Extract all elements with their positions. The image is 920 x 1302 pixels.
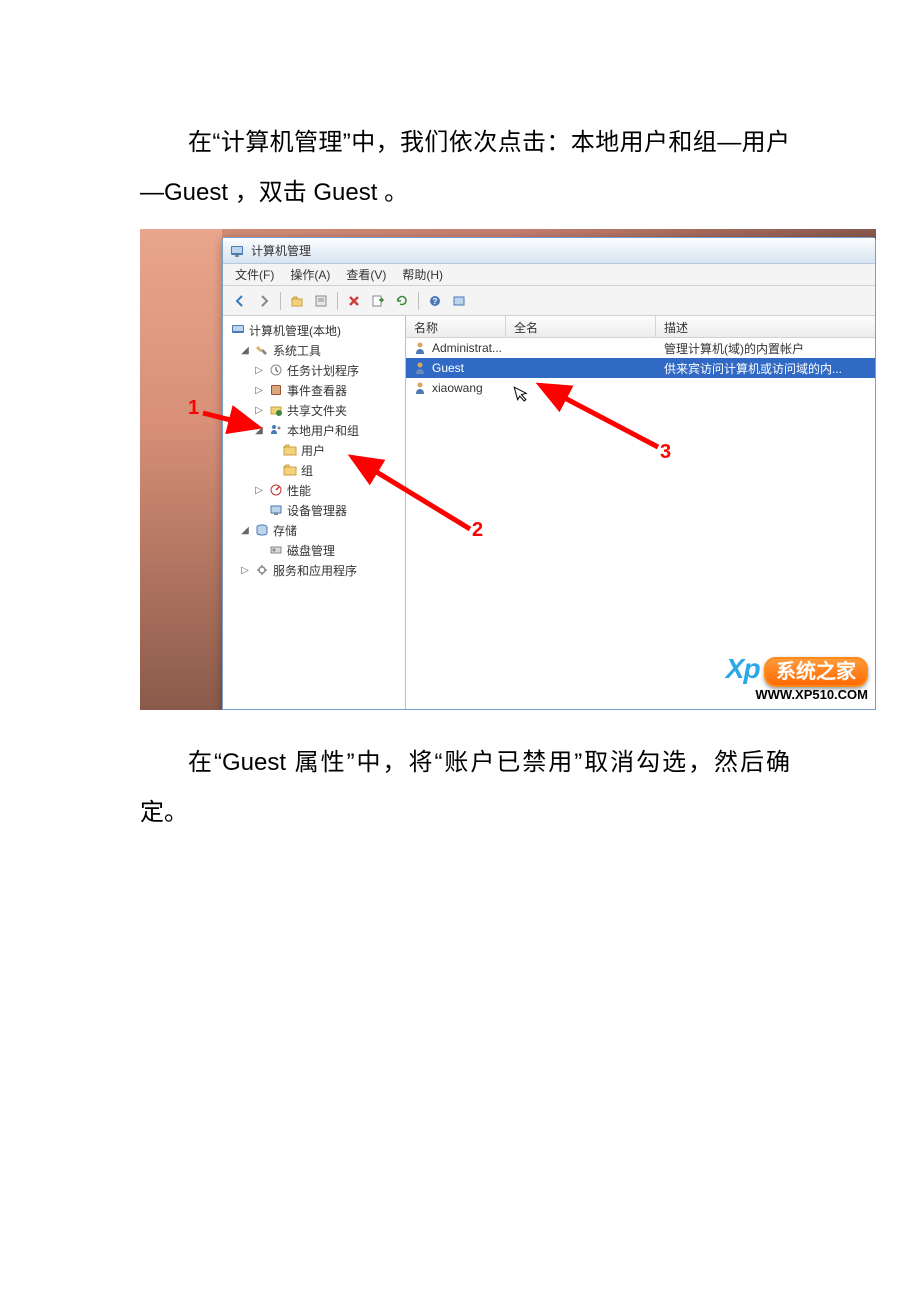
menu-action[interactable]: 操作(A) <box>282 264 338 285</box>
help-button[interactable]: ? <box>424 290 446 312</box>
tree-storage[interactable]: ◢ 存储 <box>225 520 403 540</box>
toolbar: ? <box>223 286 875 316</box>
tree-services-apps[interactable]: ▷ 服务和应用程序 <box>225 560 403 580</box>
menu-view[interactable]: 查看(V) <box>338 264 394 285</box>
tree-collapse-icon[interactable]: ◢ <box>253 425 265 436</box>
tree-expand-icon[interactable]: ▷ <box>253 485 265 496</box>
tree-label: 设备管理器 <box>287 502 347 519</box>
column-name[interactable]: 名称 <box>406 316 506 337</box>
user-description: 管理计算机(域)的内置帐户 <box>664 340 875 357</box>
navigation-tree[interactable]: 计算机管理(本地) ◢ 系统工具 ▷ 任务计划程序 ▷ 事件查看器 <box>223 316 406 709</box>
instruction-paragraph-2: 在“Guest 属性”中，将“账户已禁用”取消勾选，然后确定。 <box>140 738 790 839</box>
performance-icon <box>268 482 284 498</box>
watermark-url: WWW.XP510.COM <box>726 687 868 702</box>
tree-local-users-groups[interactable]: ◢ 本地用户和组 <box>225 420 403 440</box>
window-titlebar[interactable]: 计算机管理 <box>223 238 875 264</box>
tree-expand-icon[interactable]: ▷ <box>253 385 265 396</box>
folder-icon <box>282 442 298 458</box>
content-area: 计算机管理(本地) ◢ 系统工具 ▷ 任务计划程序 ▷ 事件查看器 <box>223 316 875 709</box>
user-row-administrator[interactable]: Administrat... 管理计算机(域)的内置帐户 <box>406 338 875 358</box>
tree-disk-management[interactable]: 磁盘管理 <box>225 540 403 560</box>
tree-label: 任务计划程序 <box>287 362 359 379</box>
svg-text:?: ? <box>433 297 438 306</box>
tree-label: 存储 <box>273 522 297 539</box>
user-name: xiaowang <box>432 381 514 395</box>
event-icon <box>268 382 284 398</box>
app-icon <box>229 243 245 259</box>
tree-system-tools[interactable]: ◢ 系统工具 <box>225 340 403 360</box>
properties-button[interactable] <box>310 290 332 312</box>
computer-management-window: 计算机管理 文件(F) 操作(A) 查看(V) 帮助(H) <box>222 237 876 710</box>
tree-label: 事件查看器 <box>287 382 347 399</box>
folder-icon <box>282 462 298 478</box>
user-description: 供来宾访问计算机或访问域的内... <box>664 360 875 377</box>
user-icon <box>412 340 428 356</box>
tree-collapse-icon[interactable]: ◢ <box>239 345 251 356</box>
tree-label: 系统工具 <box>273 342 321 359</box>
menu-help[interactable]: 帮助(H) <box>394 264 451 285</box>
disk-icon <box>268 542 284 558</box>
tree-event-viewer[interactable]: ▷ 事件查看器 <box>225 380 403 400</box>
tree-performance[interactable]: ▷ 性能 <box>225 480 403 500</box>
toolbar-separator <box>280 292 281 310</box>
user-row-guest[interactable]: Guest 供来宾访问计算机或访问域的内... <box>406 358 875 378</box>
device-icon <box>268 502 284 518</box>
export-button[interactable] <box>367 290 389 312</box>
tree-label: 磁盘管理 <box>287 542 335 559</box>
tree-shared-folders[interactable]: ▷ 共享文件夹 <box>225 400 403 420</box>
action-center-button[interactable] <box>448 290 470 312</box>
annotation-number-2: 2 <box>472 519 483 542</box>
screenshot-embed: 计算机管理 文件(F) 操作(A) 查看(V) 帮助(H) <box>140 229 876 710</box>
tree-label: 服务和应用程序 <box>273 562 357 579</box>
services-icon <box>254 562 270 578</box>
column-fullname[interactable]: 全名 <box>506 316 656 337</box>
back-button[interactable] <box>229 290 251 312</box>
column-description[interactable]: 描述 <box>656 316 875 337</box>
user-row-xiaowang[interactable]: xiaowang <box>406 378 875 398</box>
refresh-button[interactable] <box>391 290 413 312</box>
users-list-pane: 名称 全名 描述 Administrat... 管理计算机(域)的内置帐户 Gu… <box>406 316 875 709</box>
instruction-paragraph-1: 在“计算机管理”中，我们依次点击：本地用户和组—用户—Guest ，双击 Gue… <box>140 118 790 219</box>
tree-expand-icon[interactable]: ▷ <box>239 565 251 576</box>
menu-file[interactable]: 文件(F) <box>227 264 282 285</box>
window-title-text: 计算机管理 <box>251 242 311 259</box>
tree-label: 用户 <box>301 442 325 459</box>
list-header: 名称 全名 描述 <box>406 316 875 338</box>
computer-icon <box>230 322 246 338</box>
tree-root[interactable]: 计算机管理(本地) <box>225 320 403 340</box>
storage-icon <box>254 522 270 538</box>
tree-collapse-icon[interactable]: ◢ <box>239 525 251 536</box>
tree-label: 组 <box>301 462 313 479</box>
clock-icon <box>268 362 284 378</box>
annotation-number-3: 3 <box>660 441 671 464</box>
users-groups-icon <box>268 422 284 438</box>
delete-button[interactable] <box>343 290 365 312</box>
tools-icon <box>254 342 270 358</box>
tree-expand-icon[interactable]: ▷ <box>253 365 265 376</box>
user-name: Administrat... <box>432 341 514 355</box>
toolbar-separator <box>337 292 338 310</box>
annotation-number-1: 1 <box>188 397 199 420</box>
forward-button[interactable] <box>253 290 275 312</box>
toolbar-separator <box>418 292 419 310</box>
tree-task-scheduler[interactable]: ▷ 任务计划程序 <box>225 360 403 380</box>
up-button[interactable] <box>286 290 308 312</box>
tree-device-manager[interactable]: 设备管理器 <box>225 500 403 520</box>
watermark: Xp 系统之家 WWW.XP510.COM <box>726 653 868 702</box>
desktop-background-strip <box>140 229 222 710</box>
tree-users-folder[interactable]: 用户 <box>225 440 403 460</box>
user-icon <box>412 360 428 376</box>
tree-label: 计算机管理(本地) <box>249 322 341 339</box>
user-icon <box>412 380 428 396</box>
shared-folder-icon <box>268 402 284 418</box>
tree-label: 共享文件夹 <box>287 402 347 419</box>
tree-label: 性能 <box>287 482 311 499</box>
user-name: Guest <box>432 361 514 375</box>
watermark-logo: Xp <box>726 653 760 684</box>
tree-label: 本地用户和组 <box>287 422 359 439</box>
tree-expand-icon[interactable]: ▷ <box>253 405 265 416</box>
menu-bar: 文件(F) 操作(A) 查看(V) 帮助(H) <box>223 264 875 286</box>
watermark-brand: 系统之家 <box>764 657 868 687</box>
tree-groups-folder[interactable]: 组 <box>225 460 403 480</box>
